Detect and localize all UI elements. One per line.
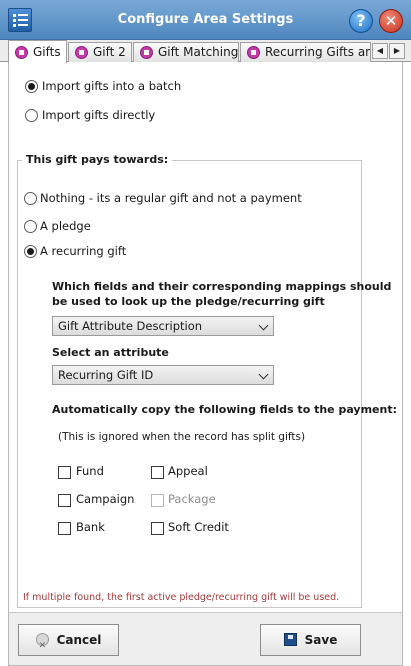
appeal-checkbox[interactable] [151, 466, 164, 479]
copy-fields-hint: (This is ignored when the record has spl… [58, 431, 306, 443]
tab-strip: Gifts Gift 2 Gift Matching Recurring Gif… [0, 40, 411, 63]
save-label: Save [304, 633, 338, 647]
fund-checkbox[interactable] [58, 466, 71, 479]
package-checkbox [151, 494, 164, 507]
gift-icon [140, 46, 153, 59]
attribute-select[interactable]: Recurring Gift ID [52, 365, 274, 385]
save-button[interactable]: Save [260, 624, 361, 656]
soft-credit-checkbox[interactable] [151, 522, 164, 535]
chevron-down-icon [258, 320, 269, 331]
soft-credit-label[interactable]: Soft Credit [168, 520, 229, 534]
appeal-label[interactable]: Appeal [168, 464, 208, 478]
multiple-found-note: If multiple found, the first active pled… [23, 592, 340, 603]
tab-label: Gift 2 [93, 45, 126, 59]
import-into-batch-label[interactable]: Import gifts into a batch [42, 79, 181, 93]
cancel-label: Cancel [56, 633, 102, 647]
campaign-label[interactable]: Campaign [76, 492, 134, 506]
tab-label: Gift Matching [158, 45, 239, 59]
import-into-batch-radio[interactable] [25, 80, 38, 93]
pays-towards-title: This gift pays towards: [22, 153, 173, 166]
gift-icon [15, 46, 28, 59]
import-directly-radio[interactable] [25, 109, 38, 122]
lookup-field-value: Gift Attribute Description [58, 319, 203, 333]
pays-nothing-radio[interactable] [24, 192, 37, 205]
cancel-icon [35, 631, 49, 661]
pays-nothing-label[interactable]: Nothing - its a regular gift and not a p… [40, 191, 302, 205]
campaign-checkbox[interactable] [58, 494, 71, 507]
tab-gift-matching[interactable]: Gift Matching [133, 42, 239, 62]
tab-recurring-gifts[interactable]: Recurring Gifts an [240, 42, 371, 62]
import-directly-label[interactable]: Import gifts directly [42, 108, 155, 122]
tab-label: Recurring Gifts an [265, 45, 371, 59]
pays-recurring-label[interactable]: A recurring gift [40, 244, 126, 258]
gift-icon [75, 46, 88, 59]
cancel-button[interactable]: Cancel [18, 624, 119, 661]
gift-icon [247, 46, 260, 59]
bank-label[interactable]: Bank [76, 520, 105, 534]
lookup-question-line2: be used to look up the pledge/recurring … [52, 295, 325, 308]
pays-recurring-radio[interactable] [24, 245, 37, 258]
tab-gift-2[interactable]: Gift 2 [68, 42, 132, 62]
package-label: Package [168, 492, 216, 506]
tab-scroll-left-icon[interactable]: ◀ [372, 43, 388, 59]
bank-checkbox[interactable] [58, 522, 71, 535]
lookup-field-select[interactable]: Gift Attribute Description [52, 316, 274, 336]
help-button[interactable]: ? [349, 9, 373, 33]
attribute-value: Recurring Gift ID [58, 368, 154, 382]
title-bar: Configure Area Settings ? ✕ [0, 0, 411, 40]
select-attribute-label: Select an attribute [52, 346, 169, 359]
chevron-down-icon [258, 369, 269, 380]
tab-label: Gifts [33, 45, 61, 59]
fund-label[interactable]: Fund [76, 464, 104, 478]
pays-pledge-label[interactable]: A pledge [40, 219, 91, 233]
copy-fields-title: Automatically copy the following fields … [52, 403, 397, 416]
lookup-question-line1: Which fields and their corresponding map… [52, 280, 392, 293]
tab-scroll-right-icon[interactable]: ▶ [389, 43, 405, 59]
close-button[interactable]: ✕ [379, 9, 403, 33]
tab-gifts[interactable]: Gifts [8, 40, 67, 63]
save-icon [283, 633, 297, 646]
pays-pledge-radio[interactable] [24, 220, 37, 233]
